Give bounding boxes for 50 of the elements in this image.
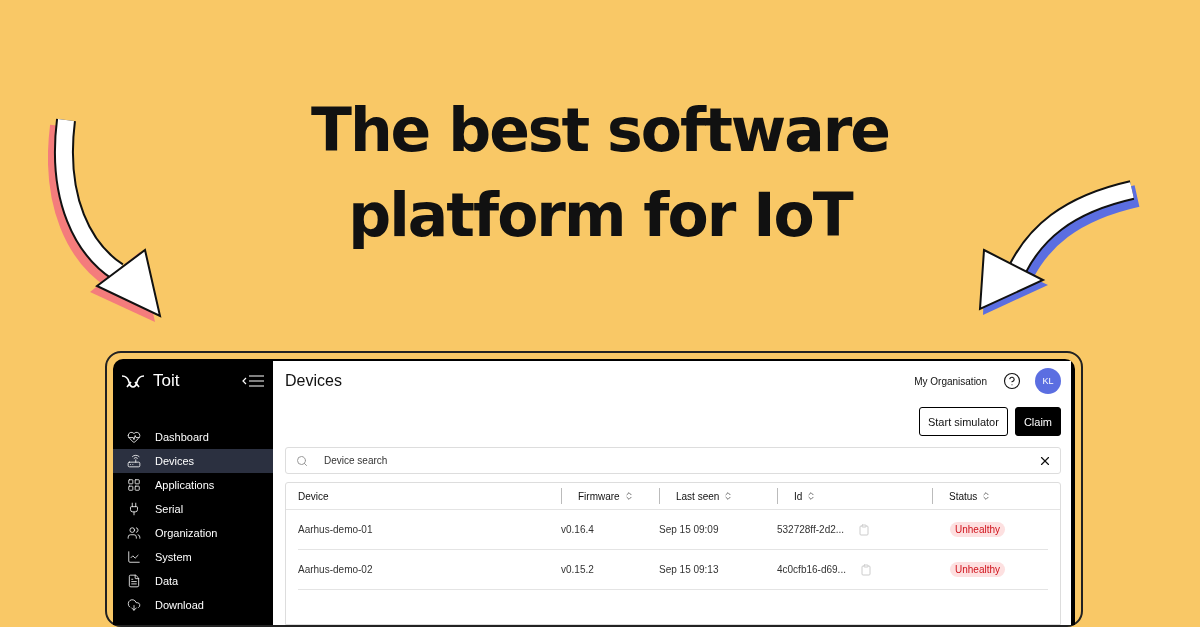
headline: The best software <box>310 94 890 167</box>
claim-button[interactable]: Claim <box>1014 407 1061 437</box>
sidebar-item[interactable]: Serial <box>113 497 273 522</box>
column-header[interactable]: Firmware <box>578 490 620 502</box>
status-badge: Unhealthy <box>950 522 1006 538</box>
clipboard-icon[interactable] <box>859 563 872 576</box>
organisation-link[interactable]: My Organisation <box>914 375 987 387</box>
router-icon <box>127 454 141 469</box>
logo-icon <box>121 374 145 389</box>
brand-name: Toit <box>153 371 180 392</box>
table-cell-text: Aarhus-demo-02 <box>298 564 374 576</box>
chart-icon <box>127 550 141 565</box>
column-header[interactable]: Last seen <box>676 490 720 502</box>
table-cell-text: Aarhus-demo-01 <box>298 524 374 536</box>
column-header[interactable]: Id <box>794 490 803 502</box>
simulator-button[interactable]: Start simulator <box>918 407 1008 437</box>
table-cell-text: Sep 15 09:09 <box>659 524 720 536</box>
sidebar-item[interactable]: System <box>113 545 273 570</box>
sort-icon[interactable] <box>981 491 992 502</box>
collapse-menu-icon[interactable] <box>241 375 265 388</box>
table-cell-text: v0.16.4 <box>561 524 595 536</box>
search-bar[interactable]: Device search <box>285 447 1061 475</box>
sort-icon[interactable] <box>623 491 634 502</box>
document-icon <box>127 574 141 589</box>
clipboard-icon[interactable] <box>858 523 871 536</box>
status-badge: Unhealthy <box>950 562 1006 578</box>
sidebar-item[interactable]: Data <box>113 569 273 594</box>
grid-icon <box>127 478 141 493</box>
table-cell: 532728ff-2d2... <box>777 524 845 536</box>
sidebar-item[interactable]: Devices <box>113 449 273 474</box>
column-header[interactable]: Device <box>298 490 329 502</box>
plug-icon <box>127 502 141 517</box>
sidebar-item[interactable]: Applications <box>113 473 273 498</box>
search-icon <box>296 454 308 467</box>
column-header[interactable]: Status <box>949 490 978 502</box>
sort-icon[interactable] <box>723 491 734 502</box>
table-cell-text: v0.15.2 <box>561 564 595 576</box>
avatar[interactable]: KL <box>1035 368 1061 395</box>
help-icon[interactable] <box>1003 372 1021 391</box>
table-cell: 4c0cfb16-d69... <box>777 564 846 576</box>
sidebar-item[interactable]: Organization <box>113 521 273 546</box>
users-icon <box>127 526 141 541</box>
cloud-download-icon <box>127 598 141 613</box>
table-cell-text: Sep 15 09:13 <box>659 564 720 576</box>
sidebar-item[interactable]: Download <box>113 593 273 618</box>
sort-icon[interactable] <box>806 491 817 502</box>
page-title: Devices <box>285 372 342 391</box>
heart-icon <box>127 430 141 445</box>
headline: platform for IoT <box>348 179 852 252</box>
sidebar-item[interactable]: Dashboard <box>113 425 273 450</box>
